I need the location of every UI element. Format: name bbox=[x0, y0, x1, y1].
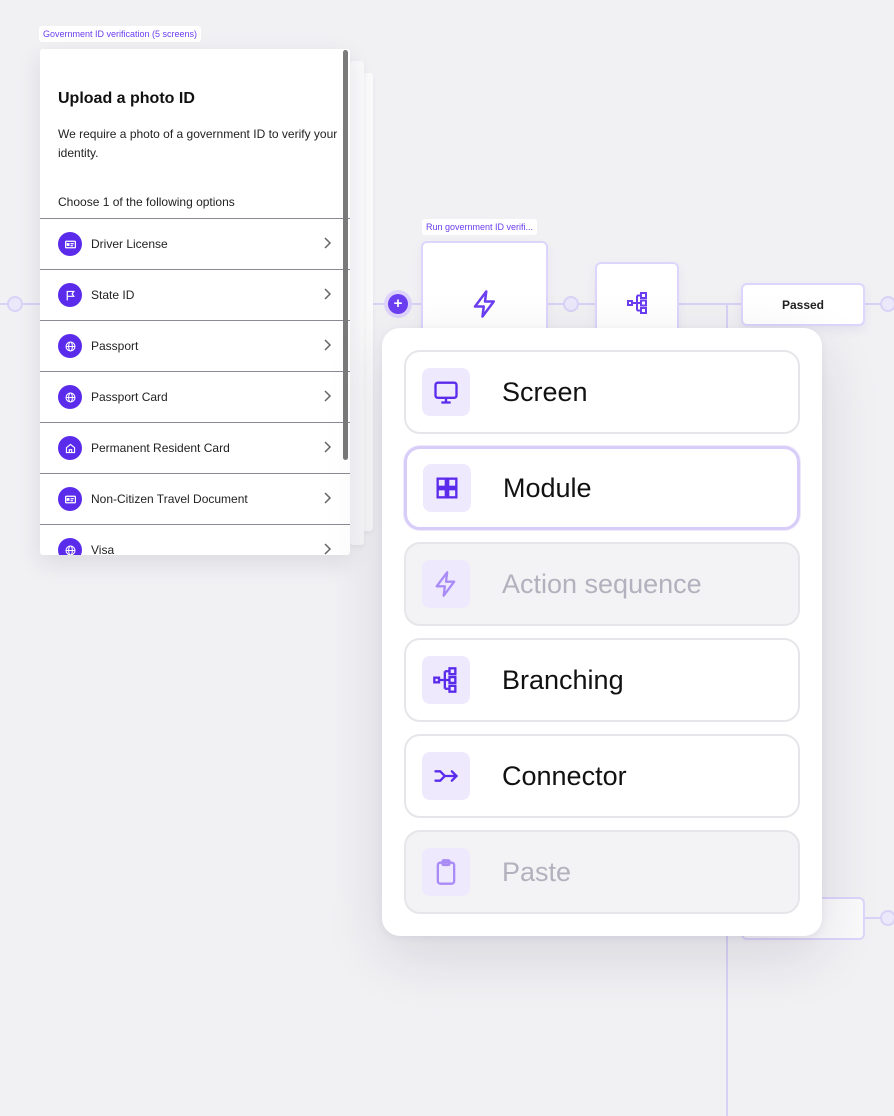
action-sequence-node[interactable] bbox=[421, 241, 548, 341]
chevron-right-icon bbox=[324, 543, 332, 555]
chevron-right-icon bbox=[324, 339, 332, 351]
menu-item-connector[interactable]: Connector bbox=[404, 734, 800, 818]
add-step-menu: Screen Module Action sequence Branching … bbox=[382, 328, 822, 936]
menu-item-action-sequence[interactable]: Action sequence bbox=[404, 542, 800, 626]
screen-prompt: Choose 1 of the following options bbox=[58, 195, 235, 209]
id-option-list: Driver License State ID Passport Passpor… bbox=[40, 218, 350, 555]
grid-icon bbox=[423, 464, 471, 512]
stacked-screen bbox=[350, 61, 364, 545]
menu-item-label: Paste bbox=[502, 856, 572, 887]
chevron-right-icon bbox=[324, 288, 332, 300]
action-node-label: Run government ID verifi... bbox=[422, 219, 538, 235]
menu-item-label: Branching bbox=[502, 664, 624, 695]
option-visa[interactable]: Visa bbox=[40, 524, 350, 555]
connector-node[interactable] bbox=[880, 910, 894, 926]
option-state-id[interactable]: State ID bbox=[40, 269, 350, 320]
lightning-icon bbox=[473, 290, 495, 318]
id-card-icon bbox=[58, 487, 82, 511]
stacked-screen bbox=[363, 73, 373, 531]
chevron-right-icon bbox=[324, 441, 332, 453]
menu-item-label: Connector bbox=[502, 760, 627, 791]
option-permanent-resident-card[interactable]: Permanent Resident Card bbox=[40, 422, 350, 473]
menu-item-paste[interactable]: Paste bbox=[404, 830, 800, 914]
connector-node[interactable] bbox=[7, 296, 23, 312]
globe-icon bbox=[58, 334, 82, 358]
option-label: Permanent Resident Card bbox=[91, 441, 230, 455]
option-label: Passport bbox=[91, 339, 139, 353]
option-driver-license[interactable]: Driver License bbox=[40, 218, 350, 269]
branching-icon bbox=[422, 656, 470, 704]
globe-icon bbox=[58, 538, 82, 555]
screen-card[interactable]: Upload a photo ID We require a photo of … bbox=[40, 49, 350, 555]
menu-item-module[interactable]: Module bbox=[404, 446, 800, 530]
option-label: Visa bbox=[91, 543, 115, 555]
clipboard-icon bbox=[422, 848, 470, 896]
option-label: Driver License bbox=[91, 237, 168, 251]
menu-item-label: Screen bbox=[502, 376, 588, 407]
menu-item-screen[interactable]: Screen bbox=[404, 350, 800, 434]
home-icon bbox=[58, 436, 82, 460]
chevron-right-icon bbox=[324, 390, 332, 402]
connector-line bbox=[679, 303, 741, 305]
chevron-right-icon bbox=[324, 237, 332, 249]
flag-icon bbox=[58, 283, 82, 307]
connector-icon bbox=[422, 752, 470, 800]
screen-scrollbar[interactable] bbox=[343, 50, 348, 460]
branching-icon bbox=[627, 292, 647, 314]
screen-description: We require a photo of a government ID to… bbox=[58, 127, 338, 160]
option-passport-card[interactable]: Passport Card bbox=[40, 371, 350, 422]
flow-canvas[interactable]: Government ID verification (5 screens) U… bbox=[0, 0, 894, 1116]
option-label: Non-Citizen Travel Document bbox=[91, 492, 248, 506]
screen-title: Upload a photo ID bbox=[58, 90, 195, 107]
menu-item-branching[interactable]: Branching bbox=[404, 638, 800, 722]
chevron-right-icon bbox=[324, 492, 332, 504]
option-passport[interactable]: Passport bbox=[40, 320, 350, 371]
option-non-citizen-travel-document[interactable]: Non-Citizen Travel Document bbox=[40, 473, 350, 524]
monitor-icon bbox=[422, 368, 470, 416]
id-card-icon bbox=[58, 232, 82, 256]
option-label: State ID bbox=[91, 288, 135, 302]
plus-icon: + bbox=[388, 294, 408, 314]
connector-node[interactable] bbox=[880, 296, 894, 312]
globe-icon bbox=[58, 385, 82, 409]
add-step-button[interactable]: + bbox=[384, 290, 412, 318]
screen-group-label: Government ID verification (5 screens) bbox=[39, 26, 202, 42]
lightning-icon bbox=[422, 560, 470, 608]
menu-item-label: Action sequence bbox=[502, 568, 702, 599]
passed-node[interactable]: Passed bbox=[741, 283, 865, 326]
option-label: Passport Card bbox=[91, 390, 168, 404]
connector-node[interactable] bbox=[563, 296, 579, 312]
menu-item-label: Module bbox=[503, 472, 592, 503]
